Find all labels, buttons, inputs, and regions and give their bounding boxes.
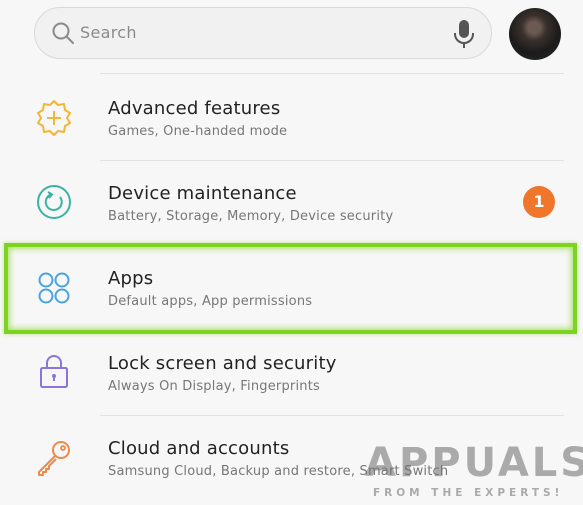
settings-item-title: Lock screen and security	[108, 353, 337, 374]
settings-item-advanced-features[interactable]: Advanced features Games, One-handed mode	[0, 76, 583, 161]
highlight-box	[4, 243, 577, 334]
microphone-icon[interactable]	[451, 19, 477, 49]
device-maintenance-icon	[37, 185, 71, 219]
settings-item-subtitle: Always On Display, Fingerprints	[108, 379, 320, 394]
notification-badge: 1	[523, 186, 555, 218]
search-placeholder: Search	[80, 23, 137, 42]
settings-item-title: Advanced features	[108, 98, 281, 119]
watermark: APPUALS FROM THE EXPERTS!	[365, 440, 583, 502]
search-icon	[52, 22, 74, 44]
top-bar: Search	[0, 0, 583, 66]
search-bar[interactable]: Search	[34, 7, 492, 59]
watermark-tagline: FROM THE EXPERTS!	[373, 487, 564, 499]
settings-item-title: Device maintenance	[108, 183, 297, 204]
profile-avatar[interactable]	[509, 8, 561, 60]
settings-item-lock-screen-security[interactable]: Lock screen and security Always On Displ…	[0, 331, 583, 416]
settings-item-title: Cloud and accounts	[108, 438, 290, 459]
advanced-features-icon	[37, 100, 71, 136]
watermark-text: APPUALS	[365, 440, 583, 486]
key-icon	[38, 441, 70, 476]
settings-item-device-maintenance[interactable]: Device maintenance Battery, Storage, Mem…	[0, 161, 583, 246]
settings-item-subtitle: Battery, Storage, Memory, Device securit…	[108, 209, 394, 224]
settings-item-subtitle: Games, One-handed mode	[108, 124, 288, 139]
lock-icon	[40, 355, 68, 388]
divider	[100, 73, 564, 74]
